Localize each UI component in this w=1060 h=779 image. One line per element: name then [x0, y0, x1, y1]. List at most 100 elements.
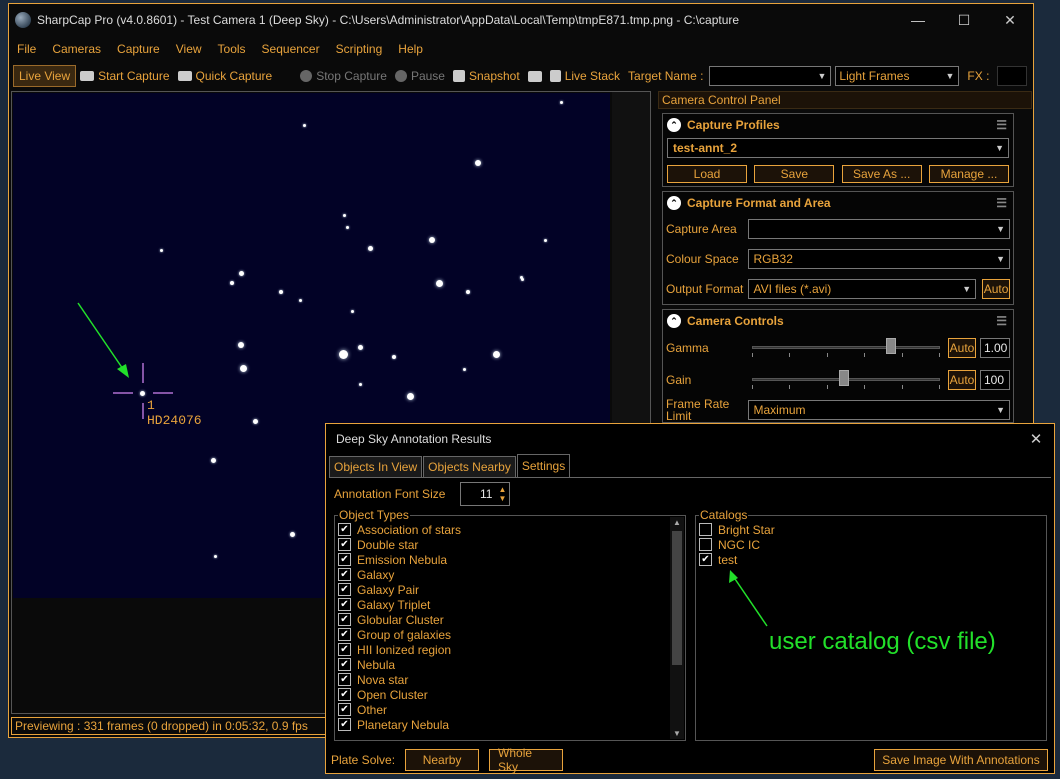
save-profile-button[interactable]: Save [754, 165, 835, 183]
menu-sequencer[interactable]: Sequencer [254, 42, 328, 56]
checkbox-checked-icon[interactable]: ✔ [338, 538, 351, 551]
minimize-button[interactable]: — [895, 4, 941, 36]
object-type-item[interactable]: ✔ Galaxy Pair [338, 582, 461, 597]
catalog-label: NGC IC [718, 537, 760, 552]
menu-cameras[interactable]: Cameras [44, 42, 109, 56]
capture-format-header[interactable]: ⌃ Capture Format and Area ☰ [663, 192, 1013, 214]
colour-space-select[interactable]: RGB32 ▼ [747, 249, 1010, 269]
object-type-item[interactable]: ✔ Nova star [338, 672, 461, 687]
object-type-item[interactable]: ✔ Other [338, 702, 461, 717]
gamma-auto-button[interactable]: Auto [948, 338, 976, 358]
frame-type-combo[interactable]: Light Frames ▼ [835, 66, 960, 86]
scroll-up-icon[interactable]: ▲ [670, 518, 684, 527]
load-profile-button[interactable]: Load [667, 165, 747, 183]
object-type-item[interactable]: ✔ Double star [338, 537, 461, 552]
checkbox-checked-icon[interactable]: ✔ [338, 568, 351, 581]
object-type-item[interactable]: ✔ Planetary Nebula [338, 717, 461, 732]
object-type-item[interactable]: ✔ Globular Cluster [338, 612, 461, 627]
gain-value-input[interactable]: 100 [980, 370, 1010, 390]
tab-objects-nearby[interactable]: Objects Nearby [423, 456, 516, 478]
maximize-button[interactable]: ☐ [941, 4, 987, 36]
target-name-combo[interactable]: ▼ [709, 66, 832, 86]
frame-rate-select[interactable]: Maximum ▼ [747, 400, 1010, 420]
gamma-slider[interactable] [752, 338, 940, 358]
star [559, 100, 563, 104]
monitor-button[interactable] [524, 65, 546, 87]
object-type-item[interactable]: ✔ Galaxy Triplet [338, 597, 461, 612]
menu-scripting[interactable]: Scripting [328, 42, 391, 56]
whole-sky-button[interactable]: Whole Sky [489, 746, 564, 774]
scrollbar-thumb[interactable] [672, 531, 682, 665]
checkbox-checked-icon[interactable]: ✔ [338, 553, 351, 566]
checkbox-checked-icon[interactable]: ✔ [338, 523, 351, 536]
checkbox-checked-icon[interactable]: ✔ [338, 673, 351, 686]
start-capture-button[interactable]: Start Capture [76, 65, 173, 87]
tab-settings[interactable]: Settings [516, 454, 571, 478]
checkbox-checked-icon[interactable]: ✔ [338, 718, 351, 731]
catalog-item[interactable]: Bright Star [699, 522, 775, 537]
gain-slider[interactable] [752, 370, 940, 390]
profile-select[interactable]: test-annt_2 ▼ [667, 138, 1009, 158]
gain-auto-button[interactable]: Auto [948, 370, 976, 390]
hamburger-menu-icon[interactable]: ☰ [996, 196, 1007, 210]
object-type-item[interactable]: ✔ Open Cluster [338, 687, 461, 702]
checkbox-checked-icon[interactable]: ✔ [699, 553, 712, 566]
checkbox-unchecked-icon[interactable] [699, 523, 712, 536]
save-as-profile-button[interactable]: Save As ... [841, 165, 922, 183]
object-type-item[interactable]: ✔ Galaxy [338, 567, 461, 582]
checkbox-checked-icon[interactable]: ✔ [338, 598, 351, 611]
capture-area-select[interactable]: ▼ [747, 219, 1010, 239]
live-stack-button[interactable]: Live Stack [546, 65, 624, 87]
chevron-down-icon: ▼ [996, 224, 1005, 234]
catalog-item[interactable]: NGC IC [699, 537, 775, 552]
checkbox-checked-icon[interactable]: ✔ [338, 703, 351, 716]
object-type-label: Emission Nebula [357, 552, 448, 567]
object-type-item[interactable]: ✔ Group of galaxies [338, 627, 461, 642]
live-view-button[interactable]: Live View [13, 65, 77, 87]
checkbox-checked-icon[interactable]: ✔ [338, 613, 351, 626]
camera-controls-header[interactable]: ⌃ Camera Controls ☰ [663, 310, 1013, 332]
manage-profiles-button[interactable]: Manage ... [928, 165, 1009, 183]
checkbox-checked-icon[interactable]: ✔ [338, 658, 351, 671]
checkbox-unchecked-icon[interactable] [699, 538, 712, 551]
gamma-value-input[interactable]: 1.00 [980, 338, 1010, 358]
hamburger-menu-icon[interactable]: ☰ [996, 314, 1007, 328]
pause-button[interactable]: Pause [391, 65, 449, 87]
font-size-stepper[interactable]: 11 ▲ ▼ [460, 482, 511, 506]
scroll-down-icon[interactable]: ▼ [670, 729, 684, 738]
output-format-select[interactable]: AVI files (*.avi) ▼ [747, 279, 977, 299]
menu-view[interactable]: View [168, 42, 210, 56]
fx-combo[interactable] [997, 66, 1028, 86]
checkbox-checked-icon[interactable]: ✔ [338, 583, 351, 596]
object-type-item[interactable]: ✔ Emission Nebula [338, 552, 461, 567]
snapshot-button[interactable]: Snapshot [449, 65, 524, 87]
hamburger-menu-icon[interactable]: ☰ [996, 118, 1007, 132]
gamma-slider-thumb[interactable] [886, 338, 896, 354]
chevron-up-icon[interactable]: ⌃ [667, 314, 681, 328]
quick-capture-button[interactable]: Quick Capture [174, 65, 277, 87]
object-type-item[interactable]: ✔ Association of stars [338, 522, 461, 537]
object-type-item[interactable]: ✔ Nebula [338, 657, 461, 672]
stepper-arrows-icon[interactable]: ▲ ▼ [498, 485, 506, 503]
chevron-up-icon[interactable]: ⌃ [667, 196, 681, 210]
object-type-item[interactable]: ✔ HII Ionized region [338, 642, 461, 657]
menu-help[interactable]: Help [390, 42, 431, 56]
close-button[interactable]: ✕ [987, 4, 1033, 36]
frame-type-value: Light Frames [839, 69, 910, 83]
gain-slider-thumb[interactable] [839, 370, 849, 386]
tab-objects-in-view[interactable]: Objects In View [329, 456, 423, 478]
stop-capture-button[interactable]: Stop Capture [296, 65, 391, 87]
nearby-button[interactable]: Nearby [405, 749, 480, 771]
checkbox-checked-icon[interactable]: ✔ [338, 628, 351, 641]
checkbox-checked-icon[interactable]: ✔ [338, 688, 351, 701]
dialog-close-button[interactable]: ✕ [1018, 430, 1054, 448]
chevron-up-icon[interactable]: ⌃ [667, 118, 681, 132]
menu-capture[interactable]: Capture [109, 42, 168, 56]
save-image-annotations-button[interactable]: Save Image With Annotations [874, 749, 1048, 771]
checkbox-checked-icon[interactable]: ✔ [338, 643, 351, 656]
capture-profiles-header[interactable]: ⌃ Capture Profiles ☰ [663, 114, 1013, 136]
object-types-scrollbar[interactable]: ▲ ▼ [670, 517, 684, 739]
output-format-auto-button[interactable]: Auto [982, 279, 1010, 299]
menu-tools[interactable]: Tools [210, 42, 254, 56]
menu-file[interactable]: File [9, 42, 44, 56]
